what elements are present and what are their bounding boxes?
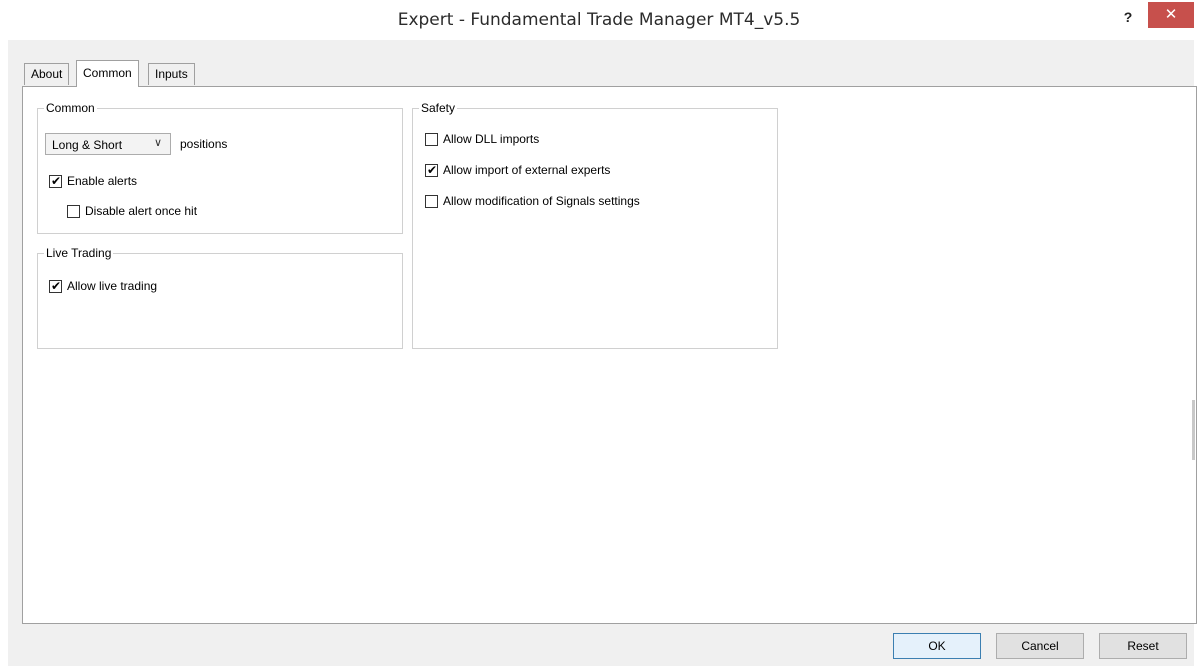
checkbox-box: ✔ [49, 279, 62, 293]
ok-button[interactable]: OK [893, 633, 981, 659]
expert-properties-dialog: Expert - Fundamental Trade Manager MT4_v… [0, 0, 1198, 666]
check-icon: ✔ [51, 279, 62, 293]
checkbox-box: ✔ [49, 174, 62, 188]
chevron-down-icon: ∨ [153, 137, 162, 149]
panel-edge-scrollbar[interactable] [1192, 400, 1195, 460]
positions-label: positions [180, 137, 228, 151]
reset-button[interactable]: Reset [1099, 633, 1187, 659]
positions-select-value: Long & Short [52, 138, 123, 152]
positions-select[interactable]: Long & Short ∨ [45, 133, 171, 155]
checkbox-box [425, 133, 438, 146]
help-button[interactable]: ? [1110, 6, 1146, 28]
check-icon: ✔ [427, 163, 438, 177]
checkbox-box [67, 205, 80, 218]
title-bar[interactable]: Expert - Fundamental Trade Manager MT4_v… [0, 0, 1198, 40]
allow-signals-modification-label: Allow modification of Signals settings [443, 194, 640, 208]
enable-alerts-label: Enable alerts [67, 174, 138, 188]
window-frame-left [0, 40, 8, 666]
allow-dll-imports-label: Allow DLL imports [443, 132, 540, 146]
allow-live-trading-label: Allow live trading [67, 279, 158, 293]
checkbox-box [425, 195, 438, 208]
safety-group-title: Safety [419, 101, 458, 115]
cancel-button[interactable]: Cancel [996, 633, 1084, 659]
tab-inputs[interactable]: Inputs [148, 63, 195, 85]
live-trading-group-title: Live Trading [44, 246, 114, 260]
check-icon: ✔ [51, 174, 62, 188]
common-group-title: Common [44, 101, 97, 115]
tab-about[interactable]: About [24, 63, 70, 85]
disable-alert-once-hit-label: Disable alert once hit [85, 204, 198, 218]
window-title: Expert - Fundamental Trade Manager MT4_v… [397, 10, 801, 30]
allow-import-external-experts-label: Allow import of external experts [443, 163, 611, 177]
close-icon[interactable]: ✕ [1148, 2, 1194, 28]
tab-common[interactable]: Common [76, 60, 139, 87]
live-trading-group: Live Trading [37, 246, 403, 349]
checkbox-box: ✔ [425, 163, 438, 177]
